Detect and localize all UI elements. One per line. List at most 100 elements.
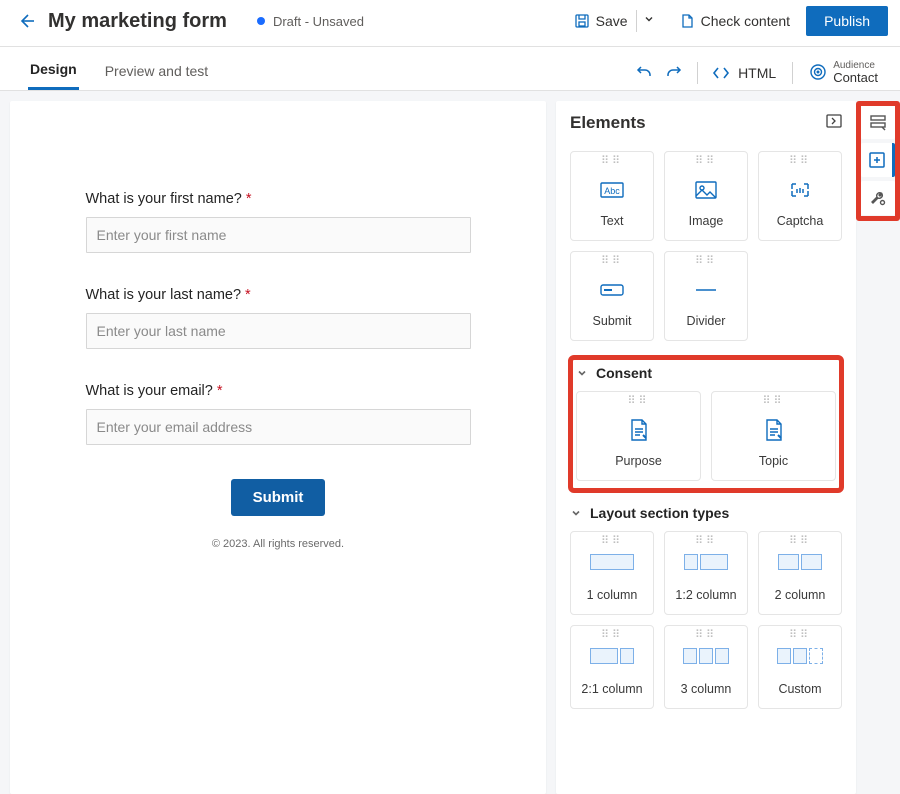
grip-icon: ⠿⠿	[695, 538, 717, 548]
divider	[792, 62, 793, 84]
canvas-wrap: What is your first name?* What is your l…	[0, 91, 556, 794]
arrow-left-icon	[16, 11, 36, 31]
element-text[interactable]: ⠿⠿ Abc Text	[570, 151, 654, 241]
status-dot-icon	[257, 17, 265, 25]
element-label: Captcha	[777, 214, 824, 228]
element-label: Topic	[759, 454, 788, 468]
layout-grid: ⠿⠿ 1 column ⠿⠿ 1:2 column ⠿⠿ 2 column ⠿⠿	[570, 531, 842, 709]
save-label: Save	[596, 13, 628, 29]
grip-icon: ⠿⠿	[789, 538, 811, 548]
tab-row: Design Preview and test HTML Audience Co…	[0, 47, 900, 91]
layout-label: Custom	[778, 682, 821, 696]
wrench-icon	[869, 189, 887, 207]
collapse-icon	[826, 114, 842, 128]
save-button[interactable]: Save	[566, 9, 636, 33]
form-fields-icon	[869, 113, 887, 131]
purpose-icon	[628, 418, 650, 442]
copyright-text: © 2023. All rights reserved.	[86, 538, 471, 550]
consent-title: Consent	[596, 365, 652, 381]
rail-elements-button[interactable]	[861, 143, 895, 177]
elements-title: Elements	[570, 113, 646, 133]
input-email[interactable]	[86, 409, 471, 445]
undo-button[interactable]	[629, 58, 659, 88]
divider	[697, 62, 698, 84]
check-content-label: Check content	[701, 13, 791, 29]
layout-1-column[interactable]: ⠿⠿ 1 column	[570, 531, 654, 615]
element-label: Purpose	[615, 454, 662, 468]
rail-settings-button[interactable]	[861, 181, 895, 215]
layout-label: 2:1 column	[581, 682, 642, 696]
grip-icon: ⠿⠿	[695, 158, 717, 168]
basic-elements-grid: ⠿⠿ Abc Text ⠿⠿ Image ⠿⠿ Captcha ⠿⠿	[570, 151, 842, 341]
element-submit[interactable]: ⠿⠿ Submit	[570, 251, 654, 341]
layout-label: 1 column	[587, 588, 638, 602]
layout-2-1-column[interactable]: ⠿⠿ 2:1 column	[570, 625, 654, 709]
tab-preview[interactable]: Preview and test	[103, 57, 211, 89]
input-last-name[interactable]	[86, 313, 471, 349]
element-captcha[interactable]: ⠿⠿ Captcha	[758, 151, 842, 241]
right-rail	[856, 101, 900, 794]
grip-icon: ⠿⠿	[601, 632, 623, 642]
element-label: Text	[601, 214, 624, 228]
layout-3-column[interactable]: ⠿⠿ 3 column	[664, 625, 748, 709]
rail-fields-button[interactable]	[861, 105, 895, 139]
html-button[interactable]	[706, 58, 736, 88]
main-area: What is your first name?* What is your l…	[0, 91, 900, 794]
captcha-icon	[788, 180, 812, 200]
chevron-down-icon	[576, 367, 588, 379]
element-topic[interactable]: ⠿⠿ Topic	[711, 391, 836, 481]
label-first-name: What is your first name?	[86, 191, 242, 207]
submit-icon	[599, 283, 625, 297]
grip-icon: ⠿⠿	[695, 258, 717, 268]
element-divider[interactable]: ⠿⠿ Divider	[664, 251, 748, 341]
layout-1-2-column[interactable]: ⠿⠿ 1:2 column	[664, 531, 748, 615]
grip-icon: ⠿⠿	[695, 632, 717, 642]
required-icon: *	[246, 191, 252, 207]
redo-button[interactable]	[659, 58, 689, 88]
document-check-icon	[679, 13, 695, 29]
tab-design[interactable]: Design	[28, 55, 79, 90]
save-dropdown[interactable]	[636, 10, 661, 32]
form-canvas[interactable]: What is your first name?* What is your l…	[10, 101, 546, 794]
field-last-name: What is your last name?*	[86, 287, 471, 349]
chevron-down-icon	[570, 507, 582, 519]
label-email: What is your email?	[86, 383, 213, 399]
check-content-button[interactable]: Check content	[671, 9, 799, 33]
layout-label: 2 column	[775, 588, 826, 602]
marketing-form: What is your first name?* What is your l…	[86, 191, 471, 794]
consent-section-toggle[interactable]: Consent	[576, 365, 836, 381]
page-title: My marketing form	[48, 10, 227, 33]
audience-value: Contact	[833, 71, 878, 85]
collapse-panel-button[interactable]	[826, 114, 842, 133]
chevron-down-icon	[643, 13, 655, 25]
right-column: Elements ⠿⠿ Abc Text ⠿⠿ Image ⠿⠿	[556, 91, 900, 794]
required-icon: *	[217, 383, 223, 399]
consent-grid: ⠿⠿ Purpose ⠿⠿ Topic	[576, 391, 836, 481]
grip-icon: ⠿⠿	[789, 632, 811, 642]
layout-label: 3 column	[681, 682, 732, 696]
grip-icon: ⠿⠿	[601, 538, 623, 548]
target-icon	[809, 63, 827, 81]
audience-selector[interactable]: Audience Contact	[801, 60, 886, 85]
publish-button[interactable]: Publish	[806, 6, 888, 36]
input-first-name[interactable]	[86, 217, 471, 253]
layout-2-column[interactable]: ⠿⠿ 2 column	[758, 531, 842, 615]
image-icon	[694, 180, 718, 200]
svg-text:Abc: Abc	[604, 186, 620, 196]
layout-section-toggle[interactable]: Layout section types	[570, 505, 842, 521]
label-last-name: What is your last name?	[86, 287, 242, 303]
element-label: Image	[689, 214, 724, 228]
required-icon: *	[245, 287, 251, 303]
element-purpose[interactable]: ⠿⠿ Purpose	[576, 391, 701, 481]
top-bar: My marketing form Draft - Unsaved Save C…	[0, 0, 900, 47]
topic-icon	[763, 418, 785, 442]
status-text: Draft - Unsaved	[273, 14, 364, 29]
elements-panel: Elements ⠿⠿ Abc Text ⠿⠿ Image ⠿⠿	[556, 101, 856, 794]
code-icon	[712, 64, 730, 82]
layout-custom[interactable]: ⠿⠿ Custom	[758, 625, 842, 709]
html-label[interactable]: HTML	[738, 65, 776, 81]
element-image[interactable]: ⠿⠿ Image	[664, 151, 748, 241]
back-button[interactable]	[12, 7, 40, 35]
grip-icon: ⠿⠿	[601, 258, 623, 268]
form-submit-button[interactable]: Submit	[231, 479, 326, 516]
